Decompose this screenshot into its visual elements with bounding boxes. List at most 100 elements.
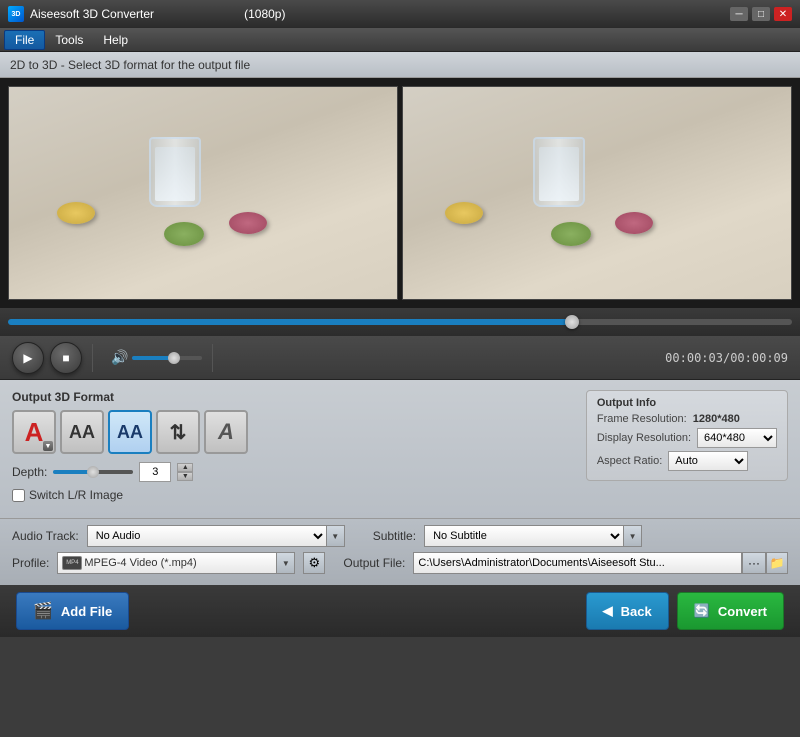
menu-bar: File Tools Help [0,28,800,52]
close-button[interactable]: ✕ [774,7,792,21]
format-buttons: A ▼ AA AA ⇅ A [12,410,248,454]
convert-button[interactable]: 🔄 Convert [677,592,784,630]
format-sbs2-button[interactable]: AA [108,410,152,454]
preview-right [402,86,792,300]
preview-area [0,78,800,308]
profile-output-row: Profile: MP4 MPEG-4 Video (*.mp4) ▼ ⚙ Ou… [12,552,788,574]
minimize-button[interactable]: ─ [730,7,748,21]
depth-slider[interactable] [53,470,133,474]
footer-right-buttons: ◀ Back 🔄 Convert [586,592,784,630]
depth-thumb[interactable] [87,466,99,478]
volume-area: 🔊 [111,349,202,366]
seek-area[interactable] [0,308,800,336]
stop-icon: ■ [62,351,69,365]
switch-lr-area: Switch L/R Image [12,488,248,502]
audio-dropdown-btn[interactable]: ▼ [327,525,345,547]
output-file-label: Output File: [343,556,405,570]
switch-lr-label[interactable]: Switch L/R Image [29,488,123,502]
preview-canvas-left [9,87,397,299]
topbottom-icon: ⇅ [170,420,187,445]
menu-file[interactable]: File [4,30,45,50]
profile-label: Profile: [12,556,49,570]
time-display: 00:00:03/00:00:09 [665,351,788,365]
app-logo: 3D [8,6,24,22]
back-button[interactable]: ◀ Back [586,592,669,630]
stop-button[interactable]: ■ [50,342,82,374]
status-message: 2D to 3D - Select 3D format for the outp… [10,58,250,72]
output-file-field[interactable] [413,552,742,574]
ctrl-divider-2 [212,344,213,372]
format-topbottom-button[interactable]: ⇅ [156,410,200,454]
glass-right [533,137,585,207]
preview-container [8,86,792,300]
anaglyph-dropdown-arrow[interactable]: ▼ [43,441,53,451]
depth-area: Depth: 3 ▲ ▼ [12,462,248,482]
display-resolution-select[interactable]: 640*480 1280*720 1920*1080 [697,428,777,448]
format-section: Output 3D Format A ▼ AA AA ⇅ [12,390,248,502]
output-file-folder-button[interactable]: 📁 [766,552,788,574]
macaron-yellow-left [57,202,95,224]
menu-tools[interactable]: Tools [45,31,93,49]
preview-left [8,86,398,300]
seek-bar[interactable] [8,319,792,325]
format-row: Output 3D Format A ▼ AA AA ⇅ [12,390,788,502]
bottom-controls: Audio Track: No Audio ▼ Subtitle: No Sub… [0,518,800,585]
format-sbs1-button[interactable]: AA [60,410,104,454]
aspect-ratio-label: Aspect Ratio: [597,455,662,467]
audio-input-group: No Audio ▼ [87,525,345,547]
sbs1-icon: AA [69,422,95,443]
depth-value: 3 [139,462,171,482]
subtitle-input-group: No Subtitle ▼ [424,525,642,547]
audio-select[interactable]: No Audio [87,525,327,547]
aspect-ratio-row: Aspect Ratio: Auto 16:9 4:3 1:1 [597,451,777,471]
play-icon: ▶ [23,351,32,365]
frame-resolution-label: Frame Resolution: [597,413,687,425]
switch-lr-checkbox[interactable] [12,489,25,502]
format-label: Output 3D Format [12,390,248,404]
subtitle-dropdown-btn[interactable]: ▼ [624,525,642,547]
depth-down[interactable]: ▼ [177,472,193,481]
display-resolution-row: Display Resolution: 640*480 1280*720 192… [597,428,777,448]
add-file-button[interactable]: 🎬 Add File [16,592,129,630]
ctrl-divider-1 [92,344,93,372]
back-icon: ◀ [603,603,613,619]
audio-label: Audio Track: [12,529,79,543]
volume-thumb[interactable] [168,352,180,364]
output-file-input-group: ··· 📁 [413,552,788,574]
macaron-pink-left [229,212,267,234]
profile-dropdown-btn[interactable]: ▼ [277,552,295,574]
audio-subtitle-row: Audio Track: No Audio ▼ Subtitle: No Sub… [12,525,788,547]
depth-label: Depth: [12,465,47,479]
menu-help[interactable]: Help [93,31,138,49]
convert-label: Convert [718,604,767,619]
profile-format-icon: MP4 [62,556,82,570]
aspect-ratio-select[interactable]: Auto 16:9 4:3 1:1 [668,451,748,471]
depth-spinner[interactable]: ▲ ▼ [177,463,193,481]
restore-button[interactable]: □ [752,7,770,21]
add-file-label: Add File [61,604,112,619]
output-file-dots-button[interactable]: ··· [742,552,766,574]
play-button[interactable]: ▶ [12,342,44,374]
profile-settings-button[interactable]: ⚙ [303,552,325,574]
volume-icon: 🔊 [111,349,128,366]
sbs2-icon: AA [117,422,143,443]
subtitle-select[interactable]: No Subtitle [424,525,624,547]
window-controls: ─ □ ✕ [730,7,792,21]
footer: 🎬 Add File ◀ Back 🔄 Convert [0,585,800,637]
format-other-button[interactable]: A [204,410,248,454]
profile-value: MPEG-4 Video (*.mp4) [84,557,196,569]
macaron-yellow-right [445,202,483,224]
seek-thumb[interactable] [565,315,579,329]
output-info-panel: Output Info Frame Resolution: 1280*480 D… [586,390,788,481]
volume-slider[interactable] [132,356,202,360]
convert-icon: 🔄 [694,603,710,619]
controls-bar: ▶ ■ 🔊 00:00:03/00:00:09 [0,336,800,380]
other-format-icon: A [218,419,234,445]
back-label: Back [621,604,652,619]
display-resolution-label: Display Resolution: [597,432,691,444]
macaron-green-left [164,222,204,246]
depth-up[interactable]: ▲ [177,463,193,472]
status-bar: 2D to 3D - Select 3D format for the outp… [0,52,800,78]
macaron-green-right [551,222,591,246]
format-anaglyph-button[interactable]: A ▼ [12,410,56,454]
